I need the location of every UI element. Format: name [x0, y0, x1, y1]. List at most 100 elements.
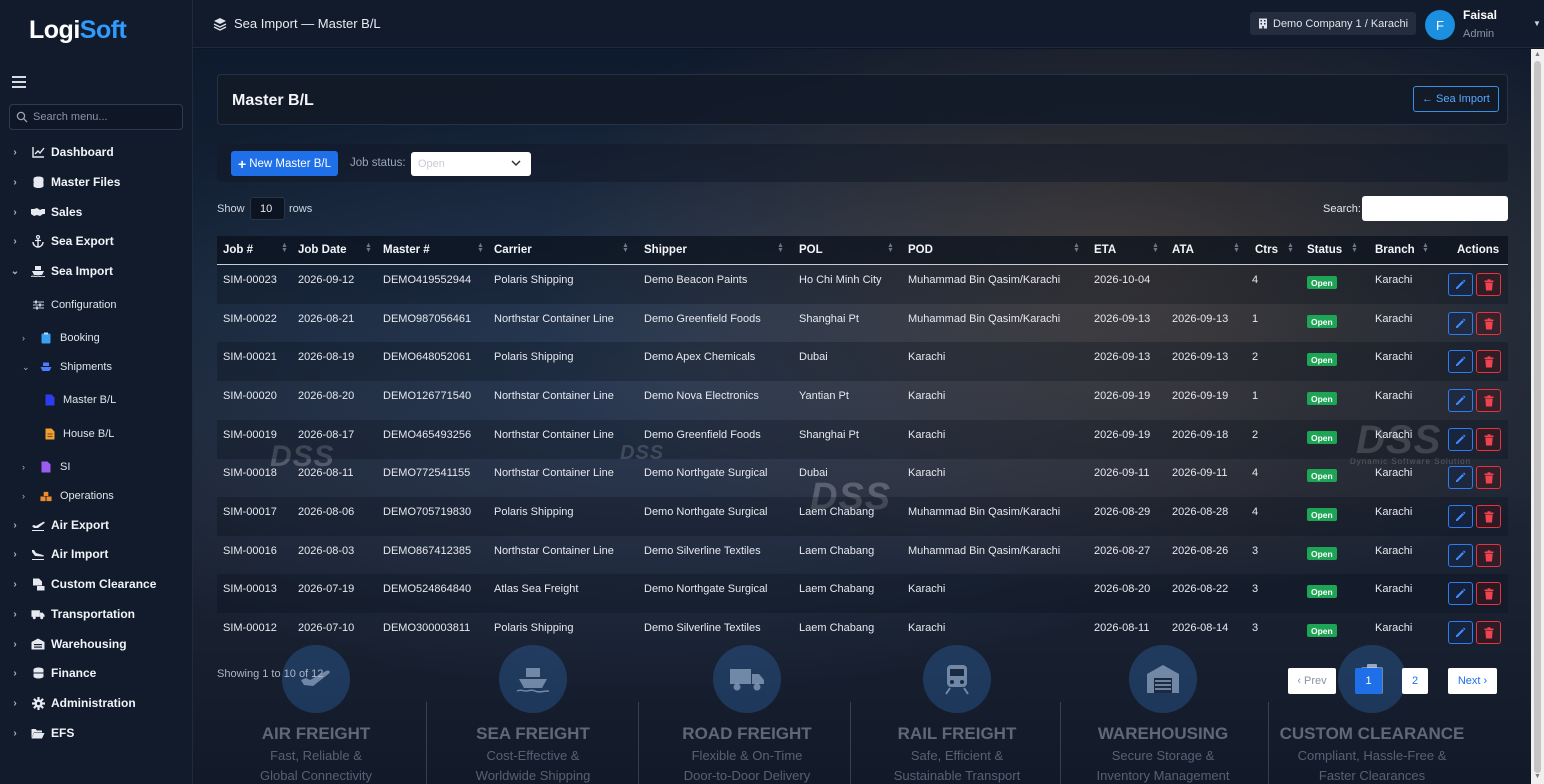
menu-search-box[interactable] — [9, 104, 183, 130]
delete-button[interactable] — [1476, 273, 1501, 296]
pagination-page-1[interactable]: 1 — [1355, 668, 1382, 694]
cell-job-no[interactable]: SIM-00020 — [223, 390, 277, 402]
col-header-status[interactable]: Status — [1307, 244, 1342, 256]
app-logo[interactable]: LogiSoft — [29, 16, 127, 45]
delete-button[interactable] — [1476, 466, 1501, 489]
pagination-page-2[interactable]: 2 — [1402, 668, 1428, 694]
cell-job-no[interactable]: SIM-00023 — [223, 274, 277, 286]
edit-button[interactable] — [1448, 312, 1473, 335]
sort-icon[interactable]: ▲ ▼ — [1233, 242, 1240, 254]
nav-item-transportation[interactable]: › Transportation — [0, 601, 192, 627]
nav-item-dashboard[interactable]: › Dashboard — [0, 139, 192, 165]
sort-icon[interactable]: ▲ ▼ — [1152, 242, 1159, 254]
menu-search-input[interactable] — [33, 111, 173, 123]
sort-icon[interactable]: ▲ ▼ — [365, 242, 372, 254]
company-selector[interactable]: Demo Company 1 / Karachi — [1250, 12, 1417, 35]
delete-button[interactable] — [1476, 544, 1501, 567]
nav-item-warehousing[interactable]: › Warehousing — [0, 631, 192, 657]
edit-button[interactable] — [1448, 466, 1473, 489]
edit-button[interactable] — [1448, 544, 1473, 567]
nav-sub-house-bl[interactable]: House B/L — [0, 422, 192, 446]
edit-button[interactable] — [1448, 428, 1473, 451]
nav-sub-label: House B/L — [63, 428, 115, 440]
cell-job-no[interactable]: SIM-00022 — [223, 313, 277, 325]
col-header-master-no[interactable]: Master # — [383, 244, 430, 256]
back-to-sea-import-button[interactable]: ← Sea Import — [1413, 86, 1499, 112]
nav-item-administration[interactable]: › Administration — [0, 690, 192, 716]
cell-eta: 2026-09-19 — [1094, 429, 1151, 441]
cell-job-no[interactable]: SIM-00017 — [223, 506, 277, 518]
col-header-pod[interactable]: POD — [908, 244, 933, 256]
cell-job-no[interactable]: SIM-00021 — [223, 351, 277, 363]
nav-item-sea-import[interactable]: ⌄ Sea Import — [0, 258, 192, 284]
avatar[interactable]: F — [1425, 10, 1455, 40]
nav-sub-master-bl[interactable]: Master B/L — [0, 388, 192, 412]
nav-item-sea-export[interactable]: › Sea Export — [0, 228, 192, 254]
sort-icon[interactable]: ▲ ▼ — [777, 242, 784, 254]
nav-sub-si[interactable]: › SI — [0, 455, 192, 479]
cell-job-no[interactable]: SIM-00018 — [223, 467, 277, 479]
sort-icon[interactable]: ▲ ▼ — [477, 242, 484, 254]
delete-button[interactable] — [1476, 621, 1501, 644]
nav-sub-operations[interactable]: › Operations — [0, 484, 192, 508]
cell-job-no[interactable]: SIM-00016 — [223, 545, 277, 557]
col-header-ctrs[interactable]: Ctrs — [1255, 244, 1278, 256]
edit-button[interactable] — [1448, 505, 1473, 528]
sort-icon[interactable]: ▲ ▼ — [622, 242, 629, 254]
nav-item-finance[interactable]: › Finance — [0, 660, 192, 686]
delete-button[interactable] — [1476, 582, 1501, 605]
cell-job-no[interactable]: SIM-00019 — [223, 429, 277, 441]
sort-icon[interactable]: ▲ ▼ — [887, 242, 894, 254]
nav-item-efs[interactable]: › EFS — [0, 720, 192, 746]
cell-job-no[interactable]: SIM-00013 — [223, 583, 277, 595]
pencil-icon — [1456, 356, 1466, 366]
delete-button[interactable] — [1476, 428, 1501, 451]
col-header-carrier[interactable]: Carrier — [494, 244, 532, 256]
delete-button[interactable] — [1476, 312, 1501, 335]
job-status-select[interactable]: Open — [411, 152, 531, 176]
table-search-input[interactable] — [1362, 196, 1508, 221]
page-scrollbar[interactable]: ▲ ▼ — [1531, 49, 1544, 784]
new-master-bl-button[interactable]: + New Master B/L — [231, 151, 338, 176]
nav-item-sales[interactable]: › Sales — [0, 199, 192, 225]
scroll-down-arrow-icon[interactable]: ▼ — [1534, 773, 1541, 780]
edit-button[interactable] — [1448, 621, 1473, 644]
nav-item-custom-clearance[interactable]: › Custom Clearance — [0, 571, 192, 597]
nav-item-label: Air Import — [51, 547, 109, 561]
col-header-branch[interactable]: Branch — [1375, 244, 1415, 256]
edit-button[interactable] — [1448, 389, 1473, 412]
delete-button[interactable] — [1476, 505, 1501, 528]
edit-button[interactable] — [1448, 350, 1473, 373]
cell-job-no[interactable]: SIM-00012 — [223, 622, 277, 634]
col-header-ata[interactable]: ATA — [1172, 244, 1194, 256]
scroll-up-arrow-icon[interactable]: ▲ — [1534, 51, 1541, 58]
nav-sub-booking[interactable]: › Booking — [0, 326, 192, 350]
user-name[interactable]: Faisal — [1463, 8, 1497, 22]
col-header-eta[interactable]: ETA — [1094, 244, 1116, 256]
nav-item-air-import[interactable]: › Air Import — [0, 541, 192, 567]
col-header-shipper[interactable]: Shipper — [644, 244, 687, 256]
sort-icon[interactable]: ▲ ▼ — [1351, 242, 1358, 254]
col-header-job-no[interactable]: Job # — [223, 244, 253, 256]
caret-down-icon[interactable]: ▼ — [1533, 19, 1541, 28]
cell-carrier: Polaris Shipping — [494, 274, 574, 286]
delete-button[interactable] — [1476, 350, 1501, 373]
scrollbar-thumb[interactable] — [1534, 61, 1541, 773]
nav-item-master-files[interactable]: › Master Files — [0, 169, 192, 195]
sort-icon[interactable]: ▲ ▼ — [1422, 242, 1429, 254]
delete-button[interactable] — [1476, 389, 1501, 412]
col-header-job-date[interactable]: Job Date — [298, 244, 347, 256]
rows-per-page-select[interactable]: 10 — [250, 197, 285, 220]
nav-sub-configuration[interactable]: Configuration — [0, 293, 192, 317]
sort-icon[interactable]: ▲ ▼ — [1287, 242, 1294, 254]
sort-icon[interactable]: ▲ ▼ — [281, 242, 288, 254]
nav-sub-shipments[interactable]: ⌄ Shipments — [0, 355, 192, 379]
edit-button[interactable] — [1448, 582, 1473, 605]
edit-button[interactable] — [1448, 273, 1473, 296]
nav-item-air-export[interactable]: › Air Export — [0, 512, 192, 538]
hamburger-menu-icon[interactable] — [12, 76, 26, 90]
pagination-prev-button[interactable]: ‹ Prev — [1288, 668, 1336, 694]
col-header-pol[interactable]: POL — [799, 244, 823, 256]
sort-icon[interactable]: ▲ ▼ — [1073, 242, 1080, 254]
pagination-next-button[interactable]: Next › — [1448, 668, 1497, 694]
